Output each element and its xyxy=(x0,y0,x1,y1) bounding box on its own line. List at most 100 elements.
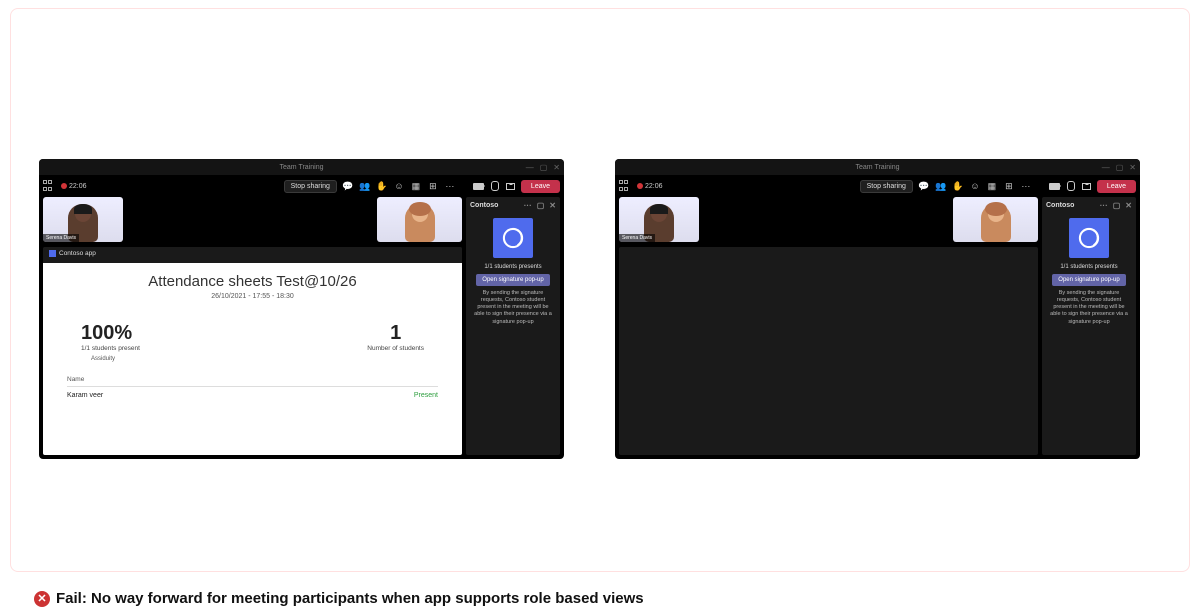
apps-icon[interactable]: ⊞ xyxy=(428,181,438,191)
panel-title: Contoso xyxy=(470,202,498,209)
student-name: Karam veer xyxy=(67,392,103,399)
more-icon[interactable]: ··· xyxy=(445,181,455,191)
minimize-icon[interactable]: — xyxy=(1102,163,1110,172)
teams-window-organizer: Team Training — ▢ ✕ 22:06 Stop sharing 💬… xyxy=(39,159,564,459)
panel-description: By sending the signature requests, Conto… xyxy=(1046,290,1132,326)
avatar xyxy=(981,204,1011,242)
name-column-header: Name xyxy=(67,376,438,387)
camera-icon[interactable] xyxy=(1049,183,1060,190)
recording-indicator: 22:06 xyxy=(61,183,87,190)
app-side-panel: Contoso ··· ▢ ✕ 1/1 students presents Open… xyxy=(1042,197,1136,455)
panel-close-icon[interactable]: ✕ xyxy=(549,201,556,210)
reactions-icon[interactable]: ☺ xyxy=(970,181,980,191)
chat-icon[interactable]: 💬 xyxy=(343,181,353,191)
rec-time: 22:06 xyxy=(645,183,663,190)
stop-sharing-button[interactable]: Stop sharing xyxy=(860,180,913,193)
participant-tile[interactable] xyxy=(953,197,1038,242)
panel-popout-icon[interactable]: ▢ xyxy=(537,201,545,210)
leave-button[interactable]: Leave xyxy=(521,180,560,193)
close-icon[interactable]: ✕ xyxy=(553,163,560,172)
center-toolbar-icons: 💬 👥 ✋ ☺ ▦ ⊞ ··· xyxy=(343,181,455,191)
assiduity-percent: 100% xyxy=(81,322,140,345)
attendance-sheet: Attendance sheets Test@10/26 26/10/2021 … xyxy=(43,263,462,455)
student-status: Present xyxy=(414,392,438,399)
rooms-icon[interactable]: ▦ xyxy=(411,181,421,191)
rec-time: 22:06 xyxy=(69,183,87,190)
student-count-label: Number of students xyxy=(367,345,424,352)
meeting-toolbar: 22:06 Stop sharing 💬 👥 ✋ ☺ ▦ ⊞ ··· Leave xyxy=(615,175,1140,197)
example-frame: Team Training — ▢ ✕ 22:06 Stop sharing 💬… xyxy=(10,8,1190,572)
window-title: Team Training xyxy=(280,164,324,171)
shared-content-empty xyxy=(619,247,1038,455)
open-signature-button[interactable]: Open signature pop-up xyxy=(1052,274,1125,286)
mic-icon[interactable] xyxy=(491,181,499,191)
share-icon[interactable] xyxy=(506,183,515,190)
stop-sharing-button[interactable]: Stop sharing xyxy=(284,180,337,193)
table-row: Karam veer Present xyxy=(67,387,438,404)
student-count: 1 xyxy=(367,322,424,345)
people-icon[interactable]: 👥 xyxy=(360,181,370,191)
window-controls: — ▢ ✕ xyxy=(526,163,560,172)
participant-name: Serena Davis xyxy=(43,234,79,242)
fail-icon: ✕ xyxy=(34,591,50,607)
right-toolbar-icons xyxy=(1049,181,1091,191)
camera-icon[interactable] xyxy=(473,183,484,190)
open-signature-button[interactable]: Open signature pop-up xyxy=(476,274,549,286)
titlebar: Team Training — ▢ ✕ xyxy=(615,159,1140,175)
reactions-icon[interactable]: ☺ xyxy=(394,181,404,191)
people-icon[interactable]: 👥 xyxy=(936,181,946,191)
contoso-logo xyxy=(1069,218,1109,258)
participant-name: Serena Davis xyxy=(619,234,655,242)
minimize-icon[interactable]: — xyxy=(526,163,534,172)
participant-tile[interactable]: Serena Davis xyxy=(619,197,699,242)
panel-more-icon[interactable]: ··· xyxy=(1100,201,1108,210)
more-icon[interactable]: ··· xyxy=(1021,181,1031,191)
window-title: Team Training xyxy=(856,164,900,171)
close-icon[interactable]: ✕ xyxy=(1129,163,1136,172)
avatar xyxy=(405,204,435,242)
video-strip: Serena Davis xyxy=(619,197,1038,242)
app-tab[interactable]: Contoso app xyxy=(43,247,462,260)
share-icon[interactable] xyxy=(1082,183,1091,190)
panel-description: By sending the signature requests, Conto… xyxy=(470,290,556,326)
panel-popout-icon[interactable]: ▢ xyxy=(1113,201,1121,210)
mic-icon[interactable] xyxy=(1067,181,1075,191)
maximize-icon[interactable]: ▢ xyxy=(1116,163,1124,172)
video-strip: Serena Davis xyxy=(43,197,462,242)
chat-icon[interactable]: 💬 xyxy=(919,181,929,191)
grid-icon[interactable] xyxy=(43,180,55,192)
fail-caption: ✕ Fail: No way forward for meeting parti… xyxy=(34,590,644,607)
contoso-logo xyxy=(493,218,533,258)
panel-close-icon[interactable]: ✕ xyxy=(1125,201,1132,210)
app-icon xyxy=(49,250,56,257)
app-side-panel: Contoso ··· ▢ ✕ 1/1 students presents Open… xyxy=(466,197,560,455)
meeting-toolbar: 22:06 Stop sharing 💬 👥 ✋ ☺ ▦ ⊞ ··· Leave xyxy=(39,175,564,197)
window-controls: — ▢ ✕ xyxy=(1102,163,1136,172)
leave-button[interactable]: Leave xyxy=(1097,180,1136,193)
students-count: 1/1 students presents xyxy=(1060,264,1117,270)
sheet-subtitle: 26/10/2021 - 17:55 - 18:30 xyxy=(67,293,438,300)
participant-tile[interactable] xyxy=(377,197,462,242)
teams-window-participant: Team Training — ▢ ✕ 22:06 Stop sharing 💬… xyxy=(615,159,1140,459)
center-toolbar-icons: 💬 👥 ✋ ☺ ▦ ⊞ ··· xyxy=(919,181,1031,191)
record-dot-icon xyxy=(61,183,67,189)
students-count: 1/1 students presents xyxy=(484,264,541,270)
panel-title: Contoso xyxy=(1046,202,1074,209)
panel-more-icon[interactable]: ··· xyxy=(524,201,532,210)
assiduity-sub: Assiduity xyxy=(91,356,140,362)
maximize-icon[interactable]: ▢ xyxy=(540,163,548,172)
participant-tile[interactable]: Serena Davis xyxy=(43,197,123,242)
rooms-icon[interactable]: ▦ xyxy=(987,181,997,191)
caption-text: Fail: No way forward for meeting partici… xyxy=(56,590,644,607)
recording-indicator: 22:06 xyxy=(637,183,663,190)
record-dot-icon xyxy=(637,183,643,189)
grid-icon[interactable] xyxy=(619,180,631,192)
apps-icon[interactable]: ⊞ xyxy=(1004,181,1014,191)
right-toolbar-icons xyxy=(473,181,515,191)
raise-hand-icon[interactable]: ✋ xyxy=(377,181,387,191)
assiduity-label: 1/1 students present xyxy=(81,345,140,352)
app-tab-label: Contoso app xyxy=(59,250,96,257)
raise-hand-icon[interactable]: ✋ xyxy=(953,181,963,191)
shared-content: Contoso app Attendance sheets Test@10/26… xyxy=(43,247,462,455)
titlebar: Team Training — ▢ ✕ xyxy=(39,159,564,175)
